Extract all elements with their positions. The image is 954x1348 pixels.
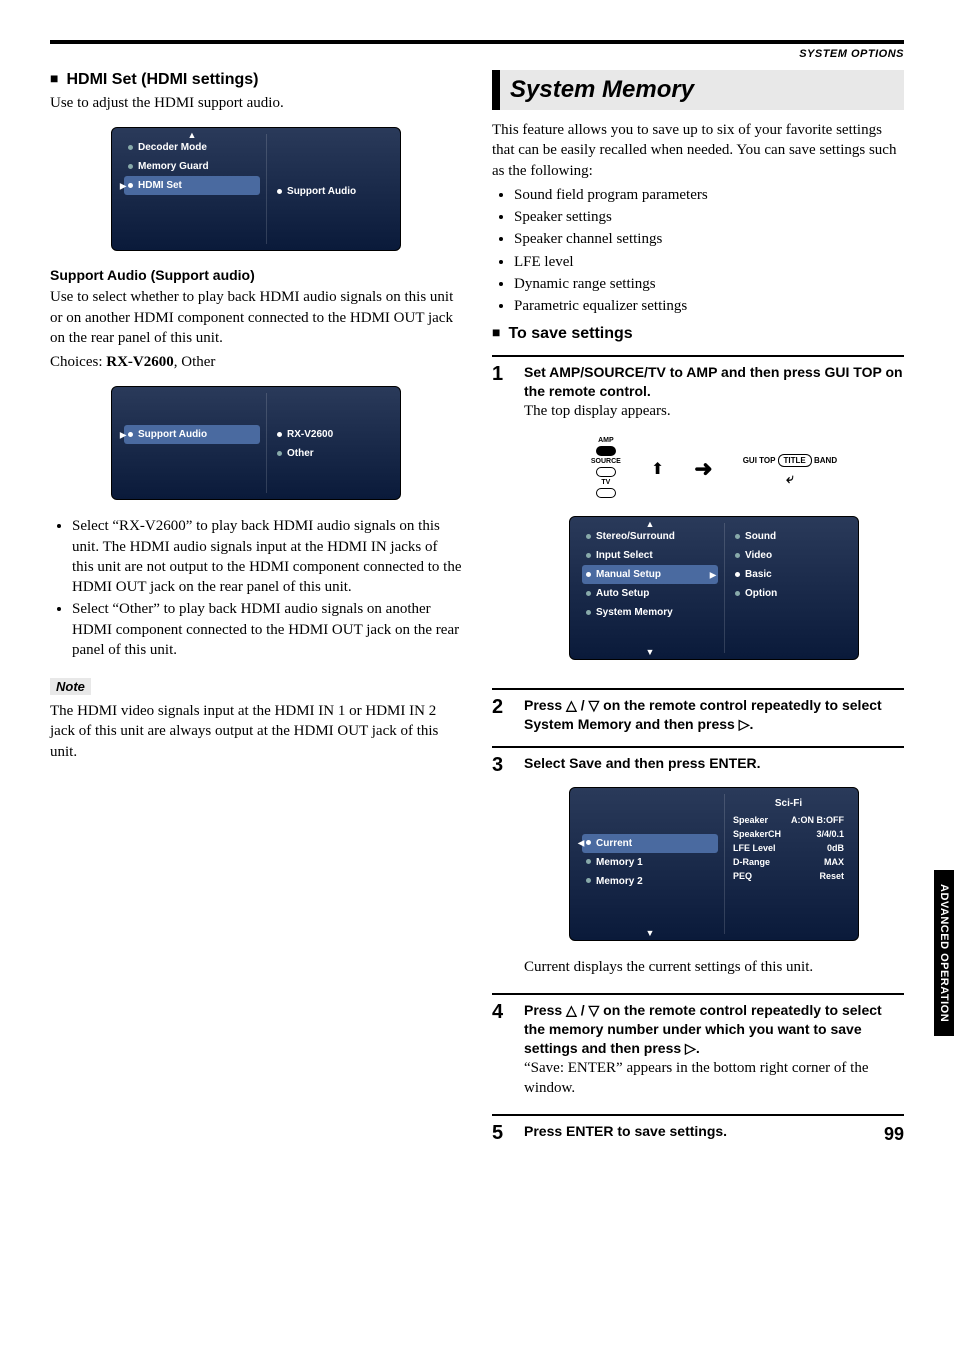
remote-gui-top: GUI TOP TITLE BAND ⤶ bbox=[743, 451, 837, 487]
osd-item: Stereo/Surround bbox=[582, 527, 718, 546]
right-triangle-icon: ▷ bbox=[739, 716, 750, 732]
kv-row: PEQReset bbox=[731, 869, 846, 883]
down-triangle-icon: ▽ bbox=[589, 697, 600, 713]
osd-item: Option bbox=[731, 584, 846, 603]
step-4: 4 Press △ / ▽ on the remote control repe… bbox=[492, 993, 904, 1102]
label-gui-top: GUI TOP bbox=[743, 456, 776, 465]
step-number: 4 bbox=[492, 1001, 510, 1102]
list-item: Select “RX-V2600” to play back HDMI audi… bbox=[72, 516, 462, 597]
osd-item: Video bbox=[731, 546, 846, 565]
list-item: Dynamic range settings bbox=[514, 274, 904, 294]
list-item: Speaker settings bbox=[514, 207, 904, 227]
source-button-icon bbox=[596, 467, 616, 477]
osd-item: System Memory bbox=[582, 603, 718, 622]
hdmi-set-intro: Use to adjust the HDMI support audio. bbox=[50, 93, 462, 113]
system-memory-title: System Memory bbox=[492, 70, 904, 110]
label-tv: TV bbox=[591, 479, 621, 486]
step-head: Set AMP/SOURCE/TV to AMP and then press … bbox=[524, 363, 904, 401]
label-source: SOURCE bbox=[591, 458, 621, 465]
osd-item-selected: HDMI Set bbox=[124, 176, 260, 195]
step-number: 3 bbox=[492, 754, 510, 981]
osd-support-audio: Support Audio RX-V2600 Other bbox=[111, 386, 401, 500]
support-audio-choices: Choices: RX-V2600, Other bbox=[50, 352, 462, 372]
step-head: Press △ / ▽ on the remote control repeat… bbox=[524, 696, 904, 734]
osd-top-menu: ▲ Stereo/Surround Input Select Manual Se… bbox=[569, 516, 859, 660]
arrow-right-icon: ➜ bbox=[694, 456, 712, 482]
osd-right-title: Sci-Fi bbox=[731, 798, 846, 809]
page-number: 99 bbox=[884, 1124, 904, 1145]
note-text: The HDMI video signals input at the HDMI… bbox=[50, 701, 462, 762]
press-arrow-icon: ⬆ bbox=[651, 459, 664, 479]
system-memory-intro: This feature allows you to save up to si… bbox=[492, 120, 904, 181]
kv-row: LFE Level0dB bbox=[731, 841, 846, 855]
header-rule bbox=[50, 40, 904, 44]
list-item: Speaker channel settings bbox=[514, 229, 904, 249]
osd-item: Memory Guard bbox=[124, 157, 260, 176]
osd-item: Memory 2 bbox=[582, 872, 718, 891]
kv-row: SpeakerA:ON B:OFF bbox=[731, 813, 846, 827]
choices-bold: RX-V2600 bbox=[106, 354, 174, 370]
arrow-down-icon: ▼ bbox=[646, 647, 655, 657]
osd-item-selected: Support Audio bbox=[124, 425, 260, 444]
step-head: Press △ / ▽ on the remote control repeat… bbox=[524, 1001, 904, 1058]
step-5: 5 Press ENTER to save settings. bbox=[492, 1114, 904, 1145]
down-triangle-icon: ▽ bbox=[589, 1002, 600, 1018]
list-item: Parametric equalizer settings bbox=[514, 296, 904, 316]
list-item: LFE level bbox=[514, 252, 904, 272]
step-number: 1 bbox=[492, 363, 510, 676]
support-audio-heading: Support Audio (Support audio) bbox=[50, 267, 462, 283]
osd-item: Sound bbox=[731, 527, 846, 546]
up-triangle-icon: △ bbox=[566, 697, 577, 713]
osd-hdmi-set: ▲ Decoder Mode Memory Guard HDMI Set Sup… bbox=[111, 127, 401, 251]
osd-item: Auto Setup bbox=[582, 584, 718, 603]
right-column: System Memory This feature allows you to… bbox=[492, 70, 904, 1145]
title-button-icon: TITLE bbox=[778, 454, 812, 467]
amp-button-icon bbox=[596, 446, 616, 456]
step3-caption: Current displays the current settings of… bbox=[524, 957, 904, 977]
step-3: 3 Select Save and then press ENTER. Curr… bbox=[492, 746, 904, 981]
up-triangle-icon: △ bbox=[566, 1002, 577, 1018]
step-number: 2 bbox=[492, 696, 510, 734]
label-amp: AMP bbox=[591, 437, 621, 444]
support-audio-desc: Use to select whether to play back HDMI … bbox=[50, 287, 462, 348]
osd-item: Support Audio bbox=[273, 182, 388, 201]
tv-button-icon bbox=[596, 488, 616, 498]
list-item: Select “Other” to play back HDMI audio s… bbox=[72, 599, 462, 660]
choices-label: Choices: bbox=[50, 354, 106, 370]
osd-item-selected: Current bbox=[582, 834, 718, 853]
osd-item: Input Select bbox=[582, 546, 718, 565]
to-save-heading: To save settings bbox=[492, 324, 904, 343]
osd-item-selected: Manual Setup bbox=[582, 565, 718, 584]
step-1: 1 Set AMP/SOURCE/TV to AMP and then pres… bbox=[492, 355, 904, 676]
hdmi-set-heading: HDMI Set (HDMI settings) bbox=[50, 70, 462, 89]
osd-item: Other bbox=[273, 444, 388, 463]
osd-memory-save: Current Memory 1 Memory 2 ▼ Sci-Fi Speak… bbox=[569, 787, 859, 941]
choices-rest: , Other bbox=[174, 354, 216, 370]
kv-row: D-RangeMAX bbox=[731, 855, 846, 869]
note-label: Note bbox=[50, 678, 91, 695]
side-tab: ADVANCED OPERATION bbox=[934, 870, 954, 1036]
remote-amp-source-tv: AMP SOURCE TV bbox=[591, 437, 621, 500]
support-audio-bullets: Select “RX-V2600” to play back HDMI audi… bbox=[50, 516, 462, 660]
step-number: 5 bbox=[492, 1122, 510, 1145]
left-column: HDMI Set (HDMI settings) Use to adjust t… bbox=[50, 70, 462, 1145]
osd-item: Memory 1 bbox=[582, 853, 718, 872]
osd-item: RX-V2600 bbox=[273, 425, 388, 444]
osd-item: Decoder Mode bbox=[124, 138, 260, 157]
arrow-down-icon: ▼ bbox=[646, 928, 655, 938]
step-head: Press ENTER to save settings. bbox=[524, 1122, 904, 1141]
system-memory-bullets: Sound field program parameters Speaker s… bbox=[492, 185, 904, 317]
header-section-label: SYSTEM OPTIONS bbox=[50, 48, 904, 60]
list-item: Sound field program parameters bbox=[514, 185, 904, 205]
step-body-text: The top display appears. bbox=[524, 401, 904, 421]
kv-row: SpeakerCH3/4/0.1 bbox=[731, 827, 846, 841]
step-body-text: “Save: ENTER” appears in the bottom righ… bbox=[524, 1058, 904, 1099]
step-head: Select Save and then press ENTER. bbox=[524, 754, 904, 773]
right-triangle-icon: ▷ bbox=[685, 1040, 696, 1056]
step-2: 2 Press △ / ▽ on the remote control repe… bbox=[492, 688, 904, 734]
label-band: BAND bbox=[814, 456, 837, 465]
remote-illustration: AMP SOURCE TV ⬆ ➜ GUI TOP TITLE BAN bbox=[524, 437, 904, 500]
osd-item: Basic bbox=[731, 565, 846, 584]
